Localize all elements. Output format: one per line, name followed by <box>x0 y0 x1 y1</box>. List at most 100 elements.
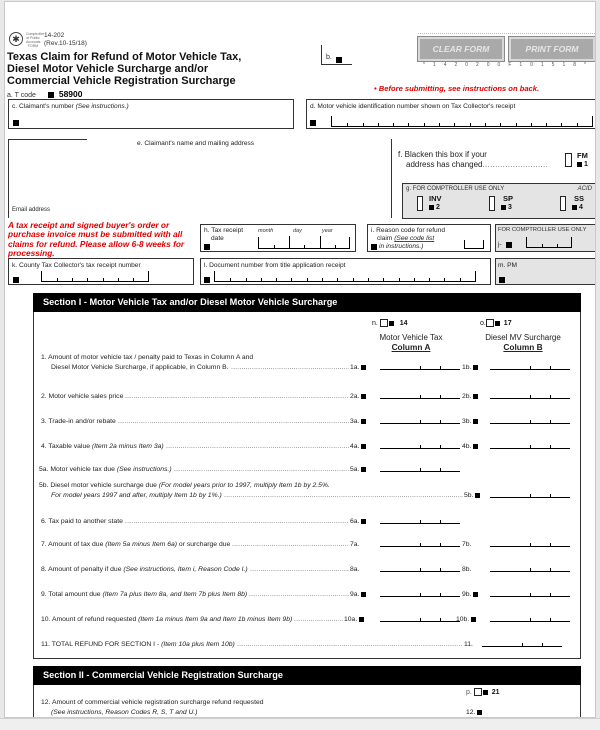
box-divider <box>485 123 486 126</box>
column-b-amount-input[interactable] <box>490 393 570 399</box>
column-b-amount-input[interactable] <box>490 566 570 572</box>
inv-checkbox[interactable] <box>417 196 423 212</box>
leader-dots: ........................................… <box>125 518 349 525</box>
acid-label: ACID <box>577 186 592 192</box>
ss-checkbox[interactable] <box>560 196 566 212</box>
column-b-amount-input[interactable] <box>490 492 570 498</box>
column-a-amount-input[interactable] <box>380 591 460 597</box>
column-a-amount-input[interactable] <box>380 393 460 399</box>
clear-form-button[interactable]: CLEAR FORM <box>417 36 505 62</box>
fm-num: 1 <box>577 161 588 168</box>
box-divider <box>546 123 547 126</box>
form-number: 14-202 <box>44 32 65 39</box>
row-12-code: 12. <box>466 709 483 716</box>
title-line-1: Texas Claim for Refund of Motor Vehicle … <box>7 51 242 63</box>
column-b-code: 5b. <box>464 492 481 499</box>
box-divider <box>118 278 119 281</box>
box-divider <box>291 278 292 281</box>
receipt-date-label: h. Tax receipt <box>204 227 244 234</box>
marker-icon <box>336 57 342 63</box>
row-label: 1. Amount of motor vehicle tax / penalty… <box>41 354 254 361</box>
column-b-amount-input[interactable] <box>490 364 570 370</box>
county-receipt-number-field[interactable]: k. County Tax Collector's tax receipt nu… <box>8 258 194 285</box>
column-b-amount-input[interactable] <box>490 541 570 547</box>
box-divider <box>516 123 517 126</box>
column-b-code: 9b. <box>462 591 479 598</box>
row-label: 5b. Diesel motor vehicle surcharge due (… <box>39 482 330 489</box>
tcode-label: a. T code <box>7 92 36 99</box>
address-label: e. Claimant's name and mailing address <box>137 140 255 147</box>
row-12-note: (See instructions, Reason Codes R, S, T … <box>51 709 198 716</box>
n-checkbox[interactable] <box>379 319 388 327</box>
row-12-label: 12. Amount of commercial vehicle registr… <box>41 699 264 706</box>
vin-label: d. Motor vehicle identification number s… <box>310 103 516 110</box>
sp-item: SP 3 <box>489 194 513 213</box>
sp-checkbox[interactable] <box>489 196 495 212</box>
document-number-field[interactable]: l. Document number from title applicatio… <box>200 258 491 285</box>
box-divider <box>368 278 369 281</box>
box-divider <box>353 278 354 281</box>
box-divider <box>454 123 455 126</box>
marker-icon <box>13 277 19 283</box>
column-a-code: 8a. <box>350 566 360 573</box>
section-2-body: p. 21 12. Amount of commercial vehicle r… <box>33 685 581 717</box>
box-divider <box>408 123 409 126</box>
fm-code: FM <box>577 151 588 160</box>
column-a-amount-input[interactable] <box>380 466 460 472</box>
leader-dots: ........................................… <box>294 616 343 623</box>
column-a-code: 6a. <box>350 518 367 525</box>
column-a-amount-input[interactable] <box>380 443 460 449</box>
reason-code-field[interactable]: i. Reason code for refund claim (See cod… <box>367 224 491 252</box>
row-label: 10. Amount of refund requested (Item 1a … <box>41 616 293 623</box>
column-a-amount-input[interactable] <box>380 364 460 370</box>
marker-icon <box>204 277 210 283</box>
leader-dots: ........................................… <box>237 641 463 648</box>
leader-dots: ........................................… <box>231 364 349 371</box>
column-a-code: 5a. <box>350 466 367 473</box>
title-line-3: Commercial Vehicle Registration Surcharg… <box>7 75 236 88</box>
box-divider <box>399 278 400 281</box>
print-form-button[interactable]: PRINT FORM <box>508 36 595 62</box>
submit-notice: • Before submitting, see instructions on… <box>374 84 540 93</box>
address-changed-checkbox[interactable] <box>565 153 572 167</box>
box-divider <box>103 278 104 281</box>
column-b-amount-input[interactable] <box>482 641 562 647</box>
barcode-top <box>418 33 595 36</box>
box-divider <box>383 278 384 281</box>
p-checkbox[interactable] <box>473 688 482 696</box>
address-changed-label: f. Blacken this box if your address has … <box>398 150 549 169</box>
column-a-code: 4a. <box>350 443 367 450</box>
box-divider <box>87 278 88 281</box>
column-b-amount-input[interactable] <box>490 616 570 622</box>
leader-dots: ........................................… <box>232 541 349 548</box>
box-divider <box>307 278 308 281</box>
column-a-amount-input[interactable] <box>380 518 460 524</box>
box-divider <box>424 123 425 126</box>
column-a-amount-input[interactable] <box>380 541 460 547</box>
row-label-cont: Diesel Motor Vehicle Surcharge, if appli… <box>51 364 229 371</box>
column-a-amount-input[interactable] <box>380 566 460 572</box>
vin-field[interactable]: d. Motor vehicle identification number s… <box>306 99 595 129</box>
address-corner <box>9 139 87 140</box>
column-a-amount-input[interactable] <box>380 418 460 424</box>
column-b-amount-input[interactable] <box>490 591 570 597</box>
claimant-number-field[interactable]: c. Claimant's number (See instructions.) <box>8 99 294 129</box>
column-a-amount-input[interactable] <box>380 616 460 622</box>
row-label: 3. Trade-in and/or rebate <box>41 418 116 425</box>
column-b-amount-input[interactable] <box>490 443 570 449</box>
month-label: month <box>258 228 274 234</box>
column-b-header: Diesel MV Surcharge Column B <box>485 333 561 352</box>
box-divider <box>439 123 440 126</box>
comptroller-seal-icon: ✱ <box>9 32 23 46</box>
o-checkbox[interactable] <box>485 319 494 327</box>
receipt-notice: A tax receipt and signed buyer's order o… <box>8 220 185 258</box>
column-b-amount-input[interactable] <box>490 418 570 424</box>
agency-text: Comptroller of Public Accounts FORM <box>26 32 45 48</box>
tax-receipt-date-field[interactable]: h. Tax receipt date month day year <box>200 224 356 252</box>
box-divider <box>393 123 394 126</box>
inv-item: INV 2 <box>417 194 442 213</box>
code-list-link[interactable]: (See code list <box>394 235 434 242</box>
claimant-address-field[interactable]: e. Claimant's name and mailing address E… <box>8 139 392 218</box>
field-b[interactable]: b. <box>321 45 352 65</box>
viewer-bottom-bar <box>0 718 600 730</box>
